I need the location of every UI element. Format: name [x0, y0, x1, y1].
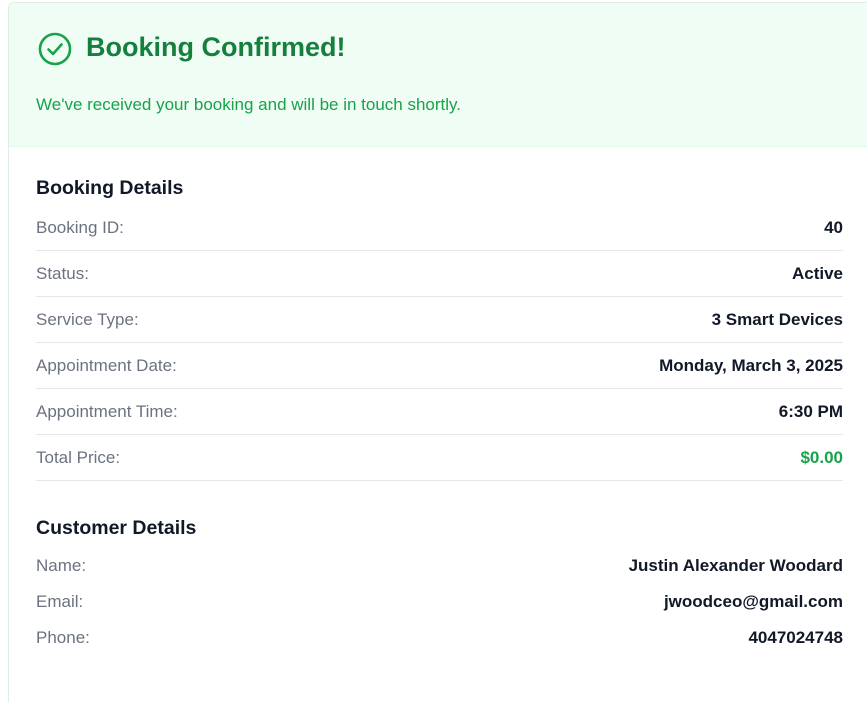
booking-details-heading: Booking Details — [36, 177, 184, 199]
confirmation-message: We've received your booking and will be … — [36, 95, 462, 114]
booking-confirmation-card: Booking Confirmed! We've received your b… — [8, 2, 867, 702]
booking-id-value: 40 — [824, 217, 843, 237]
status-row: Status: Active — [36, 251, 843, 297]
customer-details-section: Customer Details Name: Justin Alexander … — [36, 517, 843, 656]
appointment-time-row: Appointment Time: 6:30 PM — [36, 389, 843, 435]
total-price-row: Total Price: $0.00 — [36, 435, 843, 481]
service-type-row: Service Type: 3 Smart Devices — [36, 297, 843, 343]
booking-details-section: Booking Details Booking ID: 40 Status: A… — [36, 177, 843, 481]
customer-phone-label: Phone: — [36, 628, 90, 647]
status-label: Status: — [36, 263, 89, 283]
customer-name-row: Name: Justin Alexander Woodard — [36, 548, 843, 584]
service-type-label: Service Type: — [36, 309, 139, 329]
check-circle-icon — [38, 32, 72, 66]
customer-phone-row: Phone: 4047024748 — [36, 620, 843, 656]
booking-id-row: Booking ID: 40 — [36, 205, 843, 251]
booking-id-label: Booking ID: — [36, 217, 124, 237]
page-title: Booking Confirmed! — [86, 32, 346, 62]
total-price-label: Total Price: — [36, 447, 121, 467]
appointment-time-value: 6:30 PM — [778, 401, 843, 421]
customer-email-row: Email: jwoodceo@gmail.com — [36, 584, 843, 620]
customer-email-value: jwoodceo@gmail.com — [663, 592, 843, 611]
customer-details-heading: Customer Details — [36, 517, 197, 539]
appointment-date-value: Monday, March 3, 2025 — [659, 355, 843, 375]
total-price-value: $0.00 — [800, 447, 843, 467]
service-type-value: 3 Smart Devices — [711, 309, 843, 329]
appointment-date-label: Appointment Date: — [36, 355, 177, 375]
status-value: Active — [791, 263, 843, 283]
customer-name-value: Justin Alexander Woodard — [628, 556, 843, 575]
customer-phone-value: 4047024748 — [748, 628, 843, 647]
appointment-time-label: Appointment Time: — [36, 401, 178, 421]
customer-email-label: Email: — [36, 592, 84, 611]
confirmation-header: Booking Confirmed! We've received your b… — [9, 3, 867, 147]
customer-name-label: Name: — [36, 556, 87, 575]
appointment-date-row: Appointment Date: Monday, March 3, 2025 — [36, 343, 843, 389]
